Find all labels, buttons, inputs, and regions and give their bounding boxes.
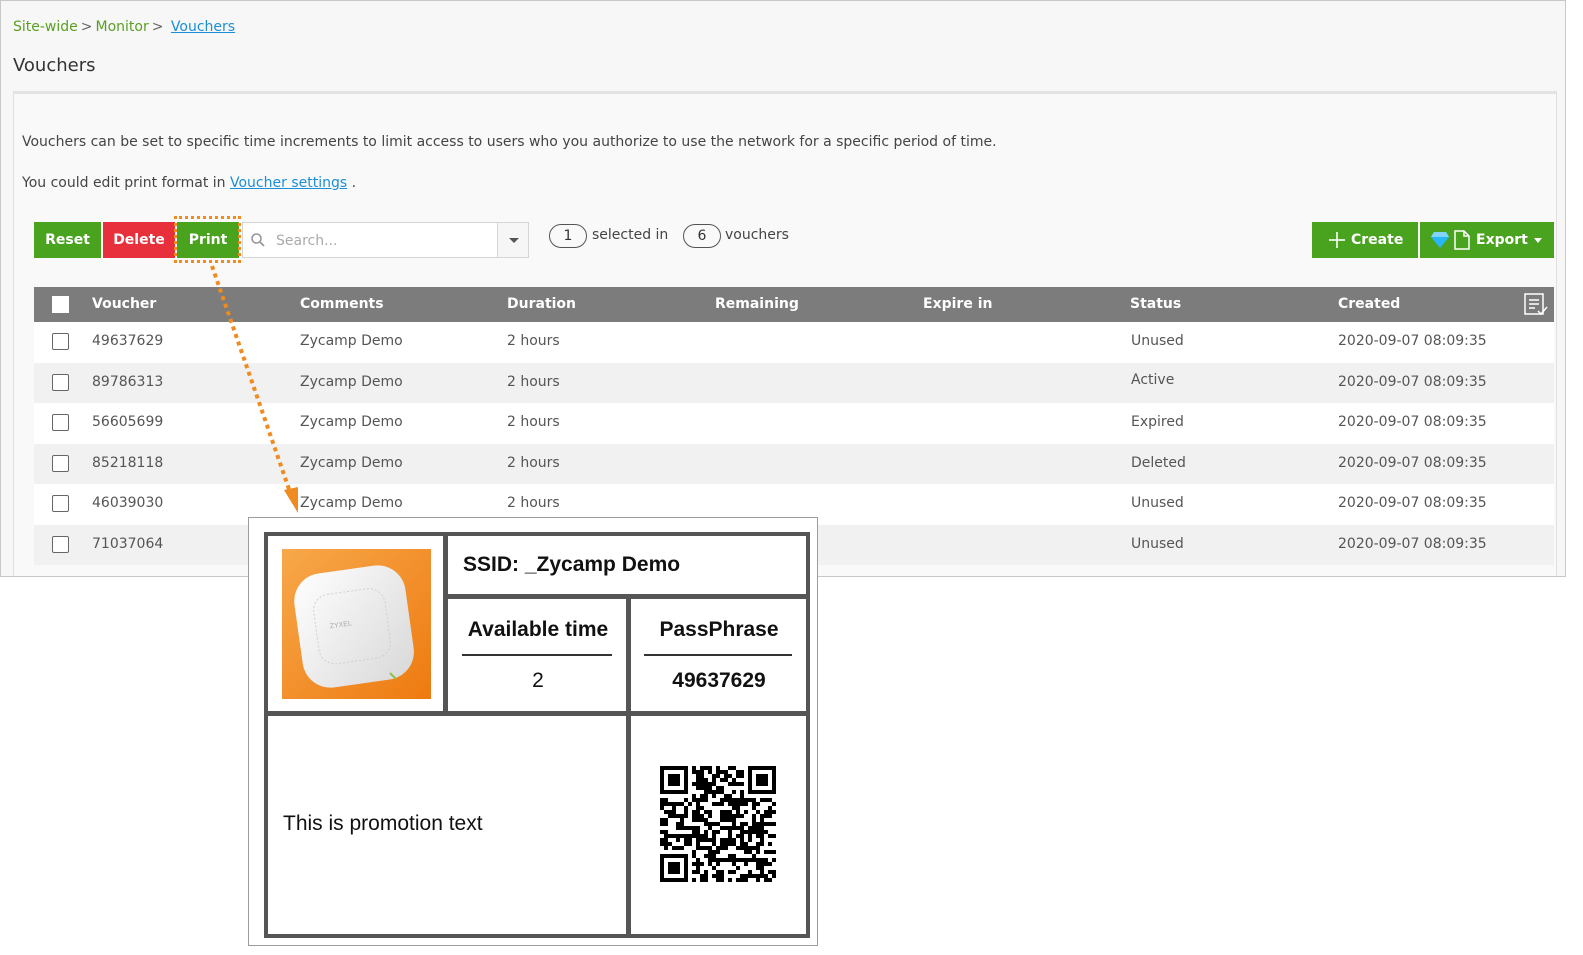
table-header: Voucher Comments Duration Remaining Expi… — [34, 287, 1554, 322]
breadcrumb-separator: > — [80, 19, 93, 35]
table-row[interactable]: 85218118 Zycamp Demo 2 hours Deleted 202… — [34, 443, 1554, 484]
column-settings-icon[interactable] — [1522, 291, 1548, 317]
select-all-checkbox[interactable] — [52, 296, 69, 313]
cell-status: Active — [1131, 371, 1175, 388]
row-checkbox[interactable] — [52, 333, 69, 350]
total-count-badge: 6 — [683, 224, 721, 248]
voucher-divider — [626, 596, 631, 938]
breadcrumb-vouchers[interactable]: Vouchers — [171, 19, 235, 35]
cell-comments: Zycamp Demo — [300, 454, 403, 471]
voucher-settings-link[interactable]: Voucher settings — [230, 175, 347, 191]
selected-count-badge: 1 — [549, 224, 587, 248]
print-format-prefix: You could edit print format in — [22, 175, 226, 191]
passphrase-label: PassPhrase — [659, 618, 779, 641]
file-icon — [1454, 230, 1470, 250]
column-header-created[interactable]: Created — [1338, 296, 1400, 312]
search-box — [242, 222, 529, 258]
cell-created: 2020-09-07 08:09:35 — [1338, 454, 1487, 471]
caret-down-icon — [1534, 238, 1542, 243]
export-button[interactable]: Export — [1420, 222, 1554, 258]
column-header-status[interactable]: Status — [1130, 296, 1181, 312]
reset-button[interactable]: Reset — [34, 222, 101, 258]
cell-voucher: 85218118 — [92, 454, 164, 471]
cell-duration: 2 hours — [507, 373, 560, 390]
gem-icon — [1431, 232, 1449, 248]
passphrase-value: 49637629 — [672, 669, 766, 692]
print-format-note: You could edit print format in Voucher s… — [22, 175, 356, 191]
available-time-label: Available time — [467, 618, 609, 641]
underline — [644, 654, 792, 656]
cell-comments: Zycamp Demo — [300, 495, 403, 511]
breadcrumb-separator: > — [151, 19, 164, 35]
breadcrumb-monitor[interactable]: Monitor — [96, 19, 149, 35]
cell-status: Unused — [1131, 495, 1184, 511]
vouchers-text: vouchers — [725, 227, 789, 243]
print-button-highlight — [174, 216, 241, 263]
cell-duration: 2 hours — [507, 414, 560, 430]
qr-code — [660, 766, 776, 882]
cell-duration: 2 hours — [507, 495, 560, 511]
breadcrumb-site-wide[interactable]: Site-wide — [13, 19, 78, 35]
cell-voucher: 89786313 — [92, 373, 164, 390]
cell-status: Unused — [1131, 535, 1184, 552]
plus-icon — [1329, 232, 1345, 248]
cell-duration: 2 hours — [507, 333, 560, 349]
cell-status: Deleted — [1131, 454, 1186, 471]
access-point-image: ZYXEL — [282, 549, 431, 699]
promotion-text: This is promotion text — [283, 812, 483, 835]
column-header-voucher[interactable]: Voucher — [92, 296, 156, 312]
column-header-expire-in[interactable]: Expire in — [923, 296, 992, 312]
create-button[interactable]: Create — [1312, 222, 1418, 258]
row-checkbox[interactable] — [52, 535, 69, 553]
cell-comments: Zycamp Demo — [300, 373, 403, 390]
cell-created: 2020-09-07 08:09:35 — [1338, 535, 1487, 552]
underline — [462, 654, 612, 656]
row-checkbox[interactable] — [52, 414, 69, 431]
cell-voucher: 56605699 — [92, 414, 164, 430]
ssid-label: SSID: _Zycamp Demo — [463, 553, 681, 576]
export-label: Export — [1476, 232, 1528, 248]
breadcrumb: Site-wide > Monitor > Vouchers — [13, 19, 235, 35]
print-format-suffix: . — [351, 175, 357, 191]
cell-comments: Zycamp Demo — [300, 333, 403, 349]
table-row[interactable]: 49637629 Zycamp Demo 2 hours Unused 2020… — [34, 322, 1554, 363]
delete-button[interactable]: Delete — [103, 222, 175, 258]
table-row[interactable]: 56605699 Zycamp Demo 2 hours Expired 202… — [34, 403, 1554, 444]
page-title: Vouchers — [13, 55, 96, 76]
row-checkbox[interactable] — [52, 495, 69, 512]
cell-created: 2020-09-07 08:09:35 — [1338, 495, 1487, 511]
cell-created: 2020-09-07 08:09:35 — [1338, 373, 1487, 390]
selected-in-text: selected in — [592, 227, 669, 243]
description-line: Vouchers can be set to specific time inc… — [22, 134, 997, 150]
cell-created: 2020-09-07 08:09:35 — [1338, 333, 1487, 349]
row-checkbox[interactable] — [52, 373, 69, 391]
table-row[interactable]: 89786313 Zycamp Demo 2 hours Active 2020… — [34, 362, 1554, 403]
cell-voucher: 71037064 — [92, 535, 164, 552]
voucher-divider — [443, 532, 448, 714]
chevron-down-icon[interactable] — [497, 223, 528, 257]
cell-status: Expired — [1131, 414, 1184, 430]
column-header-remaining[interactable]: Remaining — [715, 296, 799, 312]
cell-voucher: 46039030 — [92, 495, 164, 511]
search-input[interactable] — [274, 229, 498, 253]
column-header-comments[interactable]: Comments — [300, 296, 384, 312]
search-icon — [251, 233, 265, 247]
column-header-duration[interactable]: Duration — [507, 296, 576, 312]
cell-duration: 2 hours — [507, 454, 560, 471]
available-time-value: 2 — [532, 669, 544, 692]
cell-created: 2020-09-07 08:09:35 — [1338, 414, 1487, 430]
cell-comments: Zycamp Demo — [300, 414, 403, 430]
cell-voucher: 49637629 — [92, 333, 164, 349]
cell-status: Unused — [1131, 333, 1184, 349]
row-checkbox[interactable] — [52, 454, 69, 472]
create-label: Create — [1351, 232, 1404, 248]
voucher-divider — [264, 711, 810, 716]
